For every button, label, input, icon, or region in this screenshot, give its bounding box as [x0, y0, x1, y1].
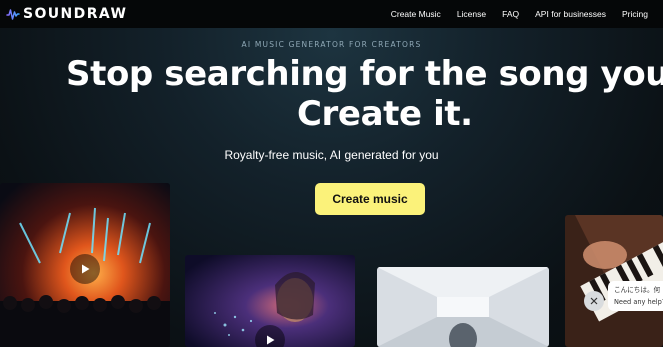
play-button[interactable]	[255, 325, 285, 347]
nav-link-api[interactable]: API for businesses	[535, 9, 606, 19]
close-icon	[590, 297, 598, 305]
create-music-button[interactable]: Create music	[315, 183, 425, 215]
video-card-concert[interactable]	[0, 183, 170, 347]
landing-page: SOUNDRAW Create Music License FAQ API fo…	[0, 0, 663, 347]
play-button[interactable]	[70, 254, 100, 284]
chat-bubble[interactable]: こんにちは。何 Need any help?	[608, 281, 663, 311]
video-card-dj[interactable]	[185, 255, 355, 347]
play-icon	[82, 264, 90, 274]
video-card-corridor[interactable]	[377, 267, 549, 347]
chat-greeting: こんにちは。何	[614, 286, 661, 294]
nav-link-license[interactable]: License	[457, 9, 486, 19]
nav-link-faq[interactable]: FAQ	[502, 9, 519, 19]
soundwave-logo-icon	[6, 9, 20, 20]
headline-line-2: Create it.	[297, 94, 473, 134]
chat-close-button[interactable]	[584, 291, 604, 311]
nav-link-pricing[interactable]: Pricing	[622, 9, 648, 19]
brand-logo[interactable]: SOUNDRAW	[6, 4, 127, 24]
top-navbar: SOUNDRAW Create Music License FAQ API fo…	[0, 0, 663, 28]
hero-headline: Stop searching for the song you need. Cr…	[66, 54, 663, 134]
hero-eyebrow: AI MUSIC GENERATOR FOR CREATORS	[241, 40, 422, 49]
chat-prompt: Need any help?	[614, 298, 663, 306]
brand-name: SOUNDRAW	[23, 6, 128, 22]
nav-link-create-music[interactable]: Create Music	[391, 9, 441, 19]
headline-line-1: Stop searching for the song you need.	[66, 54, 663, 94]
nav-links: Create Music License FAQ API for busines…	[391, 0, 648, 28]
hero-subtitle: Royalty-free music, AI generated for you	[224, 148, 439, 162]
corridor-thumbnail	[377, 267, 549, 347]
play-icon	[267, 335, 275, 345]
